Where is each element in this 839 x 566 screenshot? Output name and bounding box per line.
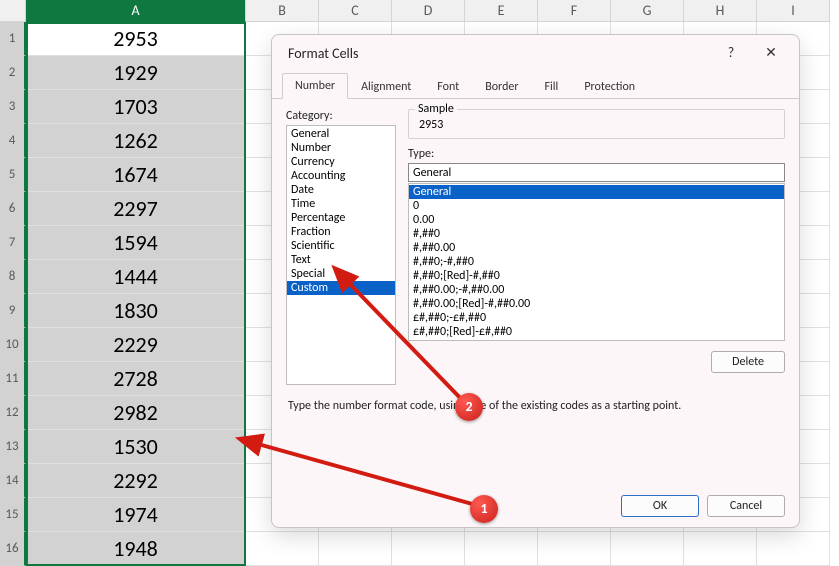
row-header-8[interactable]: 8 xyxy=(0,260,26,294)
cell-A2[interactable]: 1929 xyxy=(26,56,246,90)
row-header-6[interactable]: 6 xyxy=(0,192,26,226)
row-header-12[interactable]: 12 xyxy=(0,396,26,430)
help-button[interactable]: ? xyxy=(711,39,751,67)
cell-G16[interactable] xyxy=(611,532,684,566)
row-header-3[interactable]: 3 xyxy=(0,90,26,124)
category-item-currency[interactable]: Currency xyxy=(287,155,395,169)
row-header-13[interactable]: 13 xyxy=(0,430,26,464)
cell-A15[interactable]: 1974 xyxy=(26,498,246,532)
column-headers-row: ABCDEFGHI xyxy=(0,0,839,22)
cell-A4[interactable]: 1262 xyxy=(26,124,246,158)
column-header-C[interactable]: C xyxy=(319,0,392,22)
tab-fill[interactable]: Fill xyxy=(532,74,572,99)
category-item-special[interactable]: Special xyxy=(287,267,395,281)
cancel-button[interactable]: Cancel xyxy=(707,495,785,517)
cell-A7[interactable]: 1594 xyxy=(26,226,246,260)
cell-C16[interactable] xyxy=(319,532,392,566)
cell-A6[interactable]: 2297 xyxy=(26,192,246,226)
type-item[interactable]: #,##0 xyxy=(409,227,784,241)
type-input[interactable] xyxy=(408,163,785,182)
type-label: Type: xyxy=(408,147,785,161)
dialog-titlebar[interactable]: Format Cells ? ✕ xyxy=(272,35,799,71)
type-item[interactable]: General xyxy=(409,185,784,199)
row-header-11[interactable]: 11 xyxy=(0,362,26,396)
sample-value: 2953 xyxy=(417,116,776,136)
row-header-14[interactable]: 14 xyxy=(0,464,26,498)
type-item[interactable]: #,##0.00 xyxy=(409,241,784,255)
tab-protection[interactable]: Protection xyxy=(571,74,648,99)
row-header-10[interactable]: 10 xyxy=(0,328,26,362)
cell-A3[interactable]: 1703 xyxy=(26,90,246,124)
format-cells-dialog: Format Cells ? ✕ NumberAlignmentFontBord… xyxy=(271,34,800,528)
row-header-2[interactable]: 2 xyxy=(0,56,26,90)
category-item-percentage[interactable]: Percentage xyxy=(287,211,395,225)
row-header-15[interactable]: 15 xyxy=(0,498,26,532)
type-item[interactable]: 0.00 xyxy=(409,213,784,227)
category-label: Category: xyxy=(286,109,396,123)
tab-alignment[interactable]: Alignment xyxy=(348,74,424,99)
type-listbox[interactable]: General00.00#,##0#,##0.00#,##0;-#,##0#,#… xyxy=(408,183,785,341)
row-header-4[interactable]: 4 xyxy=(0,124,26,158)
category-item-time[interactable]: Time xyxy=(287,197,395,211)
cell-A1[interactable]: 2953 xyxy=(26,22,246,56)
cell-A8[interactable]: 1444 xyxy=(26,260,246,294)
tab-number[interactable]: Number xyxy=(282,73,348,99)
category-item-date[interactable]: Date xyxy=(287,183,395,197)
cell-E16[interactable] xyxy=(465,532,538,566)
column-header-B[interactable]: B xyxy=(246,0,319,22)
type-item[interactable]: #,##0.00;-#,##0.00 xyxy=(409,283,784,297)
type-item[interactable]: £#,##0;[Red]-£#,##0 xyxy=(409,325,784,339)
row-header-16[interactable]: 16 xyxy=(0,532,26,566)
type-item[interactable]: £#,##0.00;-£#,##0.00 xyxy=(409,339,784,341)
category-item-text[interactable]: Text xyxy=(287,253,395,267)
dialog-title: Format Cells xyxy=(288,45,711,62)
cell-B16[interactable] xyxy=(246,532,319,566)
tab-border[interactable]: Border xyxy=(472,74,531,99)
cell-A10[interactable]: 2229 xyxy=(26,328,246,362)
cell-I16[interactable] xyxy=(757,532,830,566)
column-header-H[interactable]: H xyxy=(684,0,757,22)
column-header-F[interactable]: F xyxy=(538,0,611,22)
category-item-number[interactable]: Number xyxy=(287,141,395,155)
cell-H16[interactable] xyxy=(684,532,757,566)
type-item[interactable]: #,##0;-#,##0 xyxy=(409,255,784,269)
dialog-tabs: NumberAlignmentFontBorderFillProtection xyxy=(272,71,799,99)
column-header-G[interactable]: G xyxy=(611,0,684,22)
category-item-general[interactable]: General xyxy=(287,127,395,141)
type-item[interactable]: 0 xyxy=(409,199,784,213)
cell-D16[interactable] xyxy=(392,532,465,566)
category-item-accounting[interactable]: Accounting xyxy=(287,169,395,183)
cell-A13[interactable]: 1530 xyxy=(26,430,246,464)
type-item[interactable]: #,##0.00;[Red]-#,##0.00 xyxy=(409,297,784,311)
sample-group: Sample 2953 xyxy=(408,109,785,139)
row-header-5[interactable]: 5 xyxy=(0,158,26,192)
ok-button[interactable]: OK xyxy=(621,495,699,517)
column-header-E[interactable]: E xyxy=(465,0,538,22)
cell-A14[interactable]: 2292 xyxy=(26,464,246,498)
column-header-D[interactable]: D xyxy=(392,0,465,22)
type-item[interactable]: £#,##0;-£#,##0 xyxy=(409,311,784,325)
close-button[interactable]: ✕ xyxy=(751,39,791,67)
row-header-9[interactable]: 9 xyxy=(0,294,26,328)
category-item-fraction[interactable]: Fraction xyxy=(287,225,395,239)
select-all-corner[interactable] xyxy=(0,0,26,22)
category-listbox[interactable]: GeneralNumberCurrencyAccountingDateTimeP… xyxy=(286,125,396,385)
row-header-1[interactable]: 1 xyxy=(0,22,26,56)
row-header-7[interactable]: 7 xyxy=(0,226,26,260)
delete-button[interactable]: Delete xyxy=(711,351,785,373)
cell-A11[interactable]: 2728 xyxy=(26,362,246,396)
cell-A16[interactable]: 1948 xyxy=(26,532,246,566)
cell-A12[interactable]: 2982 xyxy=(26,396,246,430)
cell-A5[interactable]: 1674 xyxy=(26,158,246,192)
category-item-custom[interactable]: Custom xyxy=(287,281,395,295)
column-header-I[interactable]: I xyxy=(757,0,830,22)
tab-font[interactable]: Font xyxy=(424,74,472,99)
sample-label: Sample xyxy=(415,102,457,116)
cell-F16[interactable] xyxy=(538,532,611,566)
category-item-scientific[interactable]: Scientific xyxy=(287,239,395,253)
cell-A9[interactable]: 1830 xyxy=(26,294,246,328)
column-header-A[interactable]: A xyxy=(26,0,246,22)
type-item[interactable]: #,##0;[Red]-#,##0 xyxy=(409,269,784,283)
hint-text: Type the number format code, using one o… xyxy=(288,399,783,413)
